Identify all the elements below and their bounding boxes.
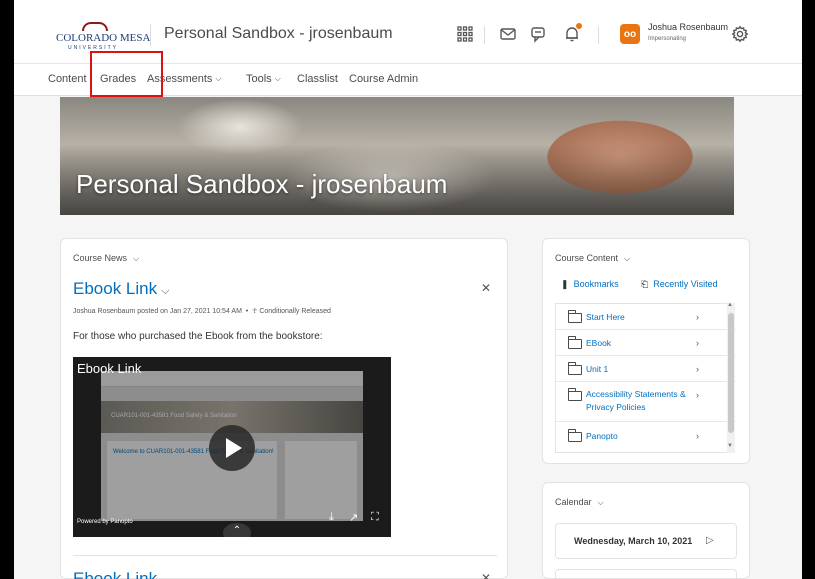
list-item-label: Start Here: [586, 312, 625, 322]
panopto-video-embed[interactable]: CUAR101-001-43581 Food Safety & Sanitati…: [73, 357, 391, 537]
folder-icon: [568, 362, 582, 375]
waffle-icon[interactable]: [455, 24, 475, 44]
university-logo[interactable]: COLORADO MESA UNIVERSITY: [56, 22, 150, 51]
chevron-down-icon: ⌵: [133, 254, 140, 263]
news-item-title[interactable]: Ebook Link: [73, 569, 157, 579]
notification-dot: [576, 23, 582, 29]
tab-bookmarks[interactable]: ❚ Bookmarks: [561, 279, 619, 290]
list-item-ebook[interactable]: EBook ›: [556, 330, 736, 356]
chevron-right-icon: ›: [696, 312, 699, 322]
banner-title: Personal Sandbox - jrosenbaum: [76, 169, 448, 199]
next-day-icon[interactable]: ▷: [706, 535, 714, 546]
folder-icon: [568, 388, 582, 401]
scrollbar-thumb[interactable]: [728, 313, 734, 433]
chevron-down-icon: ⌵: [215, 74, 222, 83]
course-content-list: Start Here › EBook › Unit 1 › Accessibil…: [555, 303, 736, 453]
gear-icon[interactable]: [730, 24, 750, 44]
calendar-widget: Calendar ⌵ Wednesday, March 10, 2021 ▷: [542, 482, 750, 579]
folder-icon: [568, 429, 582, 442]
nav-classlist[interactable]: Classlist: [297, 73, 338, 85]
tab-label: Recently Visited: [653, 279, 718, 289]
recent-icon: ⎗: [641, 279, 649, 289]
chevron-down-icon: ⌵: [624, 254, 631, 263]
chevron-right-icon: ›: [696, 364, 699, 374]
logo-name: COLORADO MESA: [56, 32, 151, 44]
browser-frame: COLORADO MESA UNIVERSITY Personal Sandbo…: [14, 0, 802, 579]
user-role: Impersonating: [648, 36, 687, 42]
news-meta-status: Conditionally Released: [259, 308, 331, 315]
open-external-icon[interactable]: ↗: [349, 511, 358, 524]
course-content-heading[interactable]: Course Content ⌵: [555, 253, 630, 264]
nav-label: Tools: [246, 73, 272, 85]
list-item-label: Unit 1: [586, 364, 609, 374]
calendar-date[interactable]: Wednesday, March 10, 2021 ▷: [555, 523, 737, 559]
mail-icon[interactable]: [498, 24, 518, 44]
chevron-up-icon[interactable]: ⌃: [223, 523, 251, 537]
news-item-title[interactable]: Ebook Link ⌵: [73, 279, 169, 299]
list-item-accessibility[interactable]: Accessibility Statements & Privacy Polic…: [556, 382, 736, 422]
close-icon[interactable]: ✕: [481, 571, 491, 579]
chevron-down-icon: ⌵: [161, 285, 170, 297]
chevron-right-icon: ›: [696, 390, 699, 400]
nav-label: Classlist: [297, 73, 338, 85]
play-icon: [226, 438, 242, 458]
news-body: For those who purchased the Ebook from t…: [73, 331, 323, 342]
logo-arch-icon: [82, 22, 108, 31]
news-title-label: Ebook Link: [73, 279, 158, 298]
scroll-up-icon[interactable]: ▲: [727, 302, 733, 308]
news-meta-text: Joshua Rosenbaum posted on Jan 27, 2021 …: [73, 308, 242, 315]
grades-highlight-box: [90, 51, 163, 97]
widget-heading-label: Calendar: [555, 497, 592, 507]
header-divider: [150, 24, 151, 46]
avatar[interactable]: oo: [620, 24, 640, 44]
fullscreen-icon[interactable]: ⛶: [371, 511, 379, 524]
news-divider: [73, 555, 497, 556]
course-news-widget: Course News ⌵ Ebook Link ⌵ ✕ Joshua Rosenb…: [60, 238, 508, 579]
chevron-right-icon: ›: [696, 338, 699, 348]
chevron-down-icon: ⌵: [274, 74, 281, 83]
bookmark-icon: ❚: [561, 279, 569, 289]
nav-label: Content: [48, 73, 87, 85]
chat-icon[interactable]: [528, 24, 548, 44]
chevron-right-icon: ›: [696, 431, 699, 441]
scroll-down-icon[interactable]: ▼: [727, 443, 733, 449]
header-separator: [484, 26, 485, 44]
nav-course-admin[interactable]: Course Admin: [349, 73, 418, 85]
bell-icon[interactable]: [562, 23, 582, 44]
calendar-heading[interactable]: Calendar ⌵: [555, 497, 604, 508]
course-content-scrollbar[interactable]: ▲ ▼: [727, 302, 735, 453]
list-item-label: Accessibility Statements & Privacy Polic…: [586, 389, 686, 412]
chevron-down-icon: ⌵: [597, 498, 604, 507]
list-item-unit-1[interactable]: Unit 1 ›: [556, 356, 736, 382]
list-item-label: EBook: [586, 338, 612, 348]
list-item-start-here[interactable]: Start Here ›: [556, 304, 736, 330]
list-item-panopto[interactable]: Panopto ›: [556, 422, 736, 452]
folder-icon: [568, 310, 582, 323]
nav-tools[interactable]: Tools ⌵: [246, 73, 281, 85]
list-item-label: Panopto: [586, 431, 618, 441]
tab-recently-visited[interactable]: ⎗ Recently Visited: [641, 279, 718, 290]
play-button[interactable]: [209, 425, 255, 471]
nav-content[interactable]: Content: [48, 73, 87, 85]
nav-label: Course Admin: [349, 73, 419, 85]
powered-by-panopto[interactable]: Powered by Panopto: [77, 519, 133, 525]
download-icon[interactable]: ⤓: [329, 511, 334, 524]
widget-heading-label: Course Content: [555, 253, 619, 263]
calendar-date-label: Wednesday, March 10, 2021: [574, 536, 693, 546]
header-separator: [598, 26, 599, 44]
folder-icon: [568, 336, 582, 349]
user-name[interactable]: Joshua Rosenbaum: [648, 22, 728, 32]
news-meta: Joshua Rosenbaum posted on Jan 27, 2021 …: [73, 308, 331, 315]
course-news-heading[interactable]: Course News ⌵: [73, 253, 139, 264]
conditional-release-icon: ☥: [252, 308, 258, 315]
widget-heading-label: Course News: [73, 253, 128, 263]
course-banner: Personal Sandbox - jrosenbaum: [60, 97, 734, 215]
tab-label: Bookmarks: [573, 279, 619, 289]
video-title: Ebook Link: [77, 361, 142, 376]
close-icon[interactable]: ✕: [481, 281, 491, 295]
course-title[interactable]: Personal Sandbox - jrosenbaum: [164, 25, 393, 43]
course-content-widget: Course Content ⌵ ❚ Bookmarks ⎗ Recently V…: [542, 238, 750, 464]
calendar-event-box: [555, 569, 737, 578]
